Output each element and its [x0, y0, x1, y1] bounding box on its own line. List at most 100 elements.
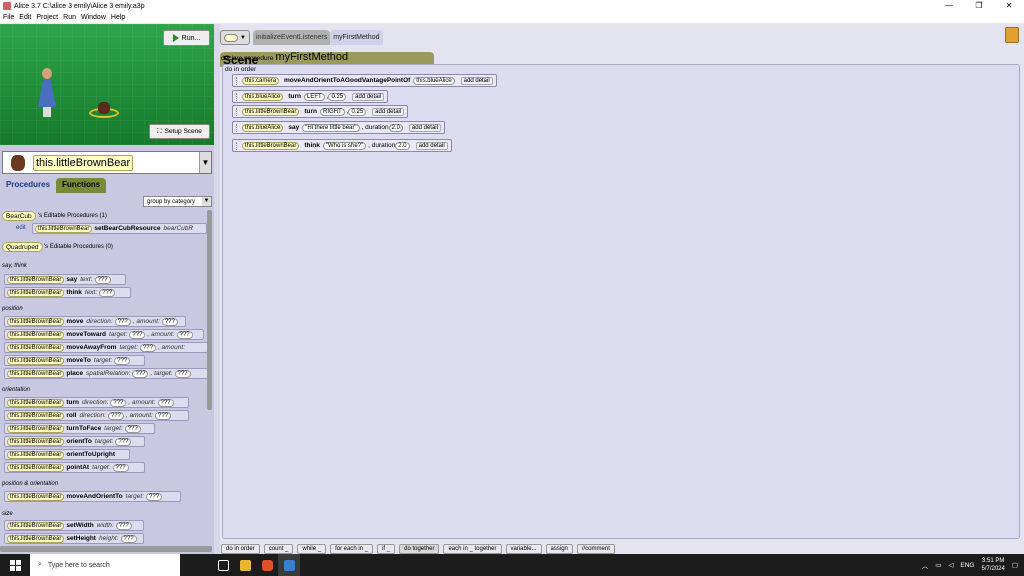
statement-target[interactable]: this.littleBrownBear [242, 107, 300, 116]
procedure-tile-turnToFace[interactable]: this.littleBrownBear turnToFace target:??? [4, 423, 155, 434]
statement-arg[interactable]: "Who is she?" [322, 141, 367, 150]
add-detail-button[interactable]: add detail [415, 141, 448, 150]
statement-arg[interactable]: 2.0 [395, 141, 410, 150]
alice-taskbar-icon[interactable] [278, 554, 300, 576]
tab-initializeEventListeners[interactable]: initializeEventListeners [253, 30, 331, 45]
title-bar: Alice 3.7 C:\alice 3 emily\Alice 3 emily… [0, 0, 1024, 12]
taskbar-search-input[interactable]: ⌕ Type here to search [30, 554, 180, 576]
statement-arg[interactable]: this.blueAlice [413, 76, 455, 85]
add-detail-button[interactable]: add detail [372, 107, 405, 116]
procedure-tile-orientToUpright[interactable]: this.littleBrownBear orientToUpright [4, 449, 130, 460]
comment-tile[interactable]: //comment [576, 544, 615, 554]
count-tile[interactable]: count _ [263, 544, 294, 554]
do-in-order-block[interactable]: do in order [222, 64, 1020, 539]
vertical-scrollbar[interactable] [207, 210, 212, 410]
procedure-tile-turn[interactable]: this.littleBrownBear turn direction:???, a… [4, 397, 189, 408]
procedure-tile-roll[interactable]: this.littleBrownBear roll direction:???, a… [4, 410, 189, 421]
clipboard-icon[interactable] [1005, 27, 1019, 43]
procedure-tile-setHeight[interactable]: this.littleBrownBear setHeight height:??? [4, 533, 144, 544]
menu-edit[interactable]: Edit [19, 14, 31, 21]
statement-moveAndOrientToAGoodVantagePointOf[interactable]: this.camera moveAndOrientToAGoodVantagePo… [232, 74, 497, 87]
chevron-up-icon[interactable]: ︿ [922, 560, 929, 570]
procedure-tile-pointAt[interactable]: this.littleBrownBear pointAt target:??? [4, 462, 145, 473]
param-slot: ??? [120, 534, 137, 543]
brave-browser-icon[interactable] [256, 554, 278, 576]
blue-alice-model[interactable] [36, 68, 58, 120]
statement-turn[interactable]: this.littleBrownBearturnRIGHT , 0.25add … [232, 105, 409, 118]
statement-turn[interactable]: this.blueAliceturnLEFT , 0.25add detail [232, 90, 389, 103]
object-selector[interactable]: this.littleBrownBear ▼ [2, 151, 212, 174]
statement-target[interactable]: this.littleBrownBear [242, 141, 300, 150]
add-detail-button[interactable]: add detail [460, 76, 493, 85]
statement-arg[interactable]: "Hi there little bear" [302, 123, 360, 132]
procedure-tile-moveTo[interactable]: this.littleBrownBear moveTo target:??? [4, 355, 145, 366]
procedure-tile-setBearCubResource[interactable]: this.littleBrownBear setBearCubResource … [32, 223, 207, 234]
each-in-together-tile[interactable]: each in _ together [443, 544, 502, 554]
menu-project[interactable]: Project [36, 14, 58, 21]
setup-scene-button[interactable]: ⛶ Setup Scene [149, 124, 210, 139]
volume-icon[interactable]: ◁ [948, 561, 953, 569]
if-tile[interactable]: if _ [377, 544, 396, 554]
horizontal-scrollbar[interactable] [0, 546, 212, 552]
statement-think[interactable]: this.littleBrownBear think "Who is she?", … [232, 139, 452, 152]
procedure-tile-place[interactable]: this.littleBrownBear place spatialRelation… [4, 368, 207, 379]
network-icon[interactable]: ▭ [935, 561, 941, 569]
windows-start-icon[interactable] [0, 554, 30, 576]
drag-handle[interactable] [236, 76, 239, 85]
maximize-button[interactable]: ❐ [964, 0, 994, 12]
statement-target[interactable]: this.blueAlice [242, 123, 284, 132]
tab-myFirstMethod[interactable]: myFirstMethod [330, 30, 383, 45]
quadruped-type-badge[interactable]: Quadruped [2, 242, 43, 252]
procedure-tile-think[interactable]: this.littleBrownBear think text:??? [4, 287, 131, 298]
statement-say[interactable]: this.blueAlice say "Hi there little bear",… [232, 121, 445, 134]
drag-handle[interactable] [236, 107, 239, 116]
statement-arg[interactable]: 0.25 [348, 107, 367, 116]
add-detail-button[interactable]: add detail [352, 92, 385, 101]
procedure-tile-setWidth[interactable]: this.littleBrownBear setWidth width:??? [4, 520, 144, 531]
while-tile[interactable]: while _ [297, 544, 327, 554]
drag-handle[interactable] [236, 141, 239, 150]
statement-target[interactable]: this.camera [242, 76, 280, 85]
assign-tile[interactable]: assign [545, 544, 573, 554]
menu-run[interactable]: Run [63, 14, 76, 21]
statement-arg[interactable]: 0.25 [328, 92, 347, 101]
menu-help[interactable]: Help [111, 14, 125, 21]
procedure-tile-orientTo[interactable]: this.littleBrownBear orientTo target:??? [4, 436, 145, 447]
statement-target[interactable]: this.blueAlice [242, 92, 284, 101]
add-detail-button[interactable]: add detail [408, 123, 441, 132]
statement-arg[interactable]: LEFT [304, 92, 325, 101]
statement-arg[interactable]: RIGHT [320, 107, 345, 116]
close-button[interactable]: ✕ [994, 0, 1024, 12]
menu-file[interactable]: File [3, 14, 14, 21]
procedure-tile-move[interactable]: this.littleBrownBear move direction:???, a… [4, 316, 186, 327]
task-view-icon[interactable] [212, 554, 234, 576]
do-together-tile[interactable]: do together [399, 544, 440, 554]
procedure-tile-moveAndOrientTo[interactable]: this.littleBrownBear moveAndOrientTo targe… [4, 491, 181, 502]
variable-tile[interactable]: variable... [505, 544, 542, 554]
statement-arg[interactable]: 2.0 [388, 123, 403, 132]
file-explorer-icon[interactable] [234, 554, 256, 576]
tab-procedures[interactable]: Procedures [0, 178, 57, 193]
little-brown-bear-model[interactable] [89, 102, 119, 120]
drag-handle[interactable] [236, 123, 239, 132]
scene-object-dropdown[interactable]: ▼ [220, 30, 250, 45]
drag-handle[interactable] [236, 92, 239, 101]
menu-window[interactable]: Window [81, 14, 106, 21]
method-name: place [66, 370, 83, 377]
for-each-in-tile[interactable]: for each in _ [330, 544, 374, 554]
procedure-tile-moveToward[interactable]: this.littleBrownBear moveToward target:???… [4, 329, 204, 340]
tab-functions[interactable]: Functions [56, 178, 107, 193]
bearcub-type-badge[interactable]: BearCub [2, 211, 36, 221]
chevron-down-icon[interactable]: ▼ [199, 152, 211, 173]
do-in-order-tile[interactable]: do in order [221, 544, 260, 554]
statement-method: think [304, 142, 320, 149]
procedure-tile-moveAwayFrom[interactable]: this.littleBrownBear moveAwayFrom target:?… [4, 342, 207, 353]
procedure-tile-say[interactable]: this.littleBrownBear say text:??? [4, 274, 126, 285]
notifications-icon[interactable]: ▢ [1012, 561, 1018, 569]
run-button[interactable]: Run... [163, 30, 210, 46]
edit-link[interactable]: edit [16, 225, 26, 231]
clock[interactable]: 3:51 PM 5/7/2024 [981, 557, 1004, 573]
language-indicator[interactable]: ENG [960, 562, 974, 569]
group-by-select[interactable]: group by category ▼ [143, 196, 212, 207]
minimize-button[interactable]: — [934, 0, 964, 12]
